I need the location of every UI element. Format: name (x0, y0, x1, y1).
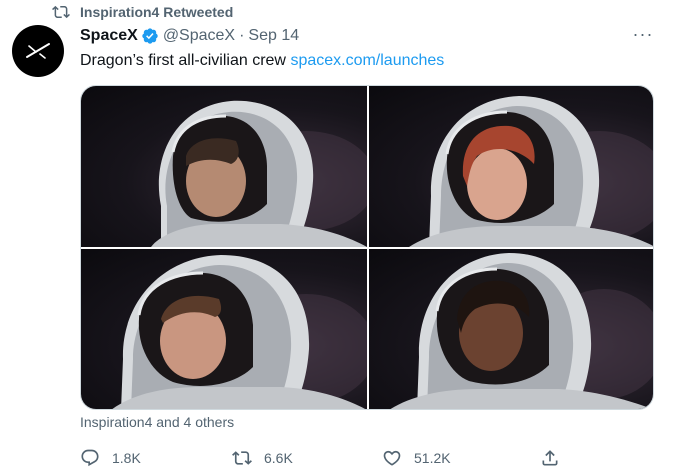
separator: · (239, 27, 245, 44)
reply-button[interactable]: 1.8K (80, 446, 141, 470)
crew-photo-2[interactable] (369, 86, 653, 247)
media-grid (80, 85, 654, 410)
retweet-context-label: Inspiration4 Retweeted (80, 4, 234, 20)
more-icon: ··· (632, 23, 654, 44)
more-options-button[interactable]: ··· (628, 22, 658, 46)
tweet-actions: 1.8K 6.6K 51.2K (80, 446, 570, 470)
retweet-context[interactable]: Inspiration4 Retweeted (52, 2, 233, 22)
tweet-text: Dragon’s first all-civilian crew spacex.… (80, 51, 444, 71)
liked-by-text[interactable]: Inspiration4 and 4 others (80, 414, 234, 430)
reply-count: 1.8K (112, 450, 141, 466)
verified-badge-icon (142, 28, 158, 44)
heart-icon (383, 450, 401, 466)
reply-icon (81, 449, 99, 467)
like-count: 51.2K (414, 450, 451, 466)
like-button[interactable]: 51.2K (382, 446, 451, 470)
crew-photo-1[interactable] (81, 86, 367, 247)
retweet-icon (52, 3, 70, 21)
share-icon (542, 450, 558, 466)
tweet-link[interactable]: spacex.com/launches (290, 52, 444, 69)
retweet-icon (232, 451, 252, 465)
tweet-date[interactable]: Sep 14 (248, 27, 299, 45)
spacex-logo-icon (26, 43, 50, 59)
crew-photo-4[interactable] (369, 249, 653, 409)
author-handle[interactable]: @SpaceX (163, 27, 235, 45)
crew-photo-3[interactable] (81, 249, 367, 409)
author-name[interactable]: SpaceX (80, 27, 138, 45)
retweet-count: 6.6K (264, 450, 293, 466)
avatar[interactable] (12, 25, 64, 77)
tweet-header: SpaceX @SpaceX · Sep 14 (80, 25, 299, 47)
retweet-button[interactable]: 6.6K (232, 446, 293, 470)
share-button[interactable] (540, 446, 572, 470)
tweet-body: Dragon’s first all-civilian crew (80, 52, 291, 69)
